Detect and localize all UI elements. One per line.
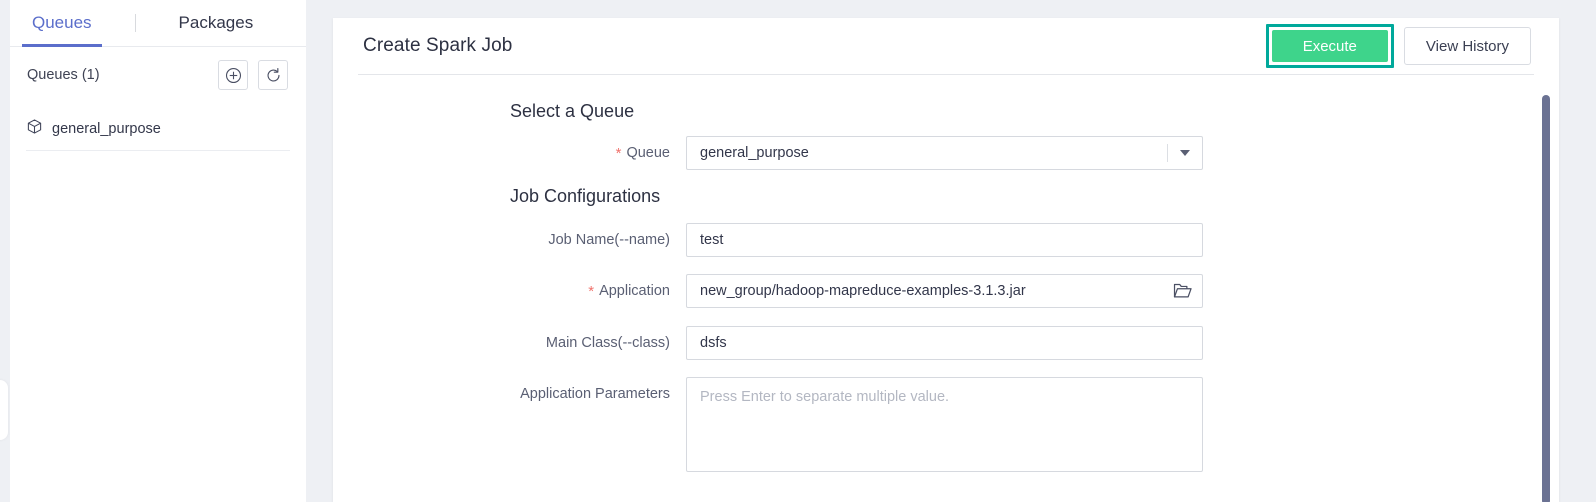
header-actions: Execute View History <box>1265 24 1531 68</box>
form-row-application-parameters: Application Parameters <box>333 377 1559 477</box>
folder-open-icon[interactable] <box>1173 282 1192 300</box>
form-row-main-class: Main Class(--class) <box>333 326 1559 360</box>
required-asterisk-icon: * <box>615 145 622 162</box>
label-application-parameters: Application Parameters <box>520 386 670 402</box>
select-divider <box>1167 144 1168 162</box>
chevron-down-icon[interactable] <box>1180 150 1190 156</box>
queue-list-item[interactable]: general_purpose <box>26 107 290 151</box>
label-queue: * Queue <box>333 136 686 170</box>
tab-packages-label: Packages <box>178 13 254 32</box>
tab-separator <box>134 14 136 32</box>
field-job-name <box>686 223 1203 257</box>
field-application <box>686 274 1203 308</box>
main-class-input[interactable] <box>686 326 1203 360</box>
execute-button[interactable]: Execute <box>1271 30 1388 62</box>
queues-toolbar: Queues (1) <box>10 47 306 103</box>
form-row-queue: * Queue <box>333 136 1559 170</box>
refresh-queues-button[interactable] <box>258 60 288 90</box>
field-main-class <box>686 326 1203 360</box>
label-main-class: Main Class(--class) <box>545 335 670 351</box>
execute-button-highlight: Execute <box>1265 24 1394 68</box>
sidebar-tabs: Queues Packages <box>10 0 306 47</box>
plus-circle-icon <box>225 67 242 84</box>
label-job-name: Job Name(--name) <box>548 232 670 248</box>
label-application-text: Application <box>599 283 670 299</box>
label-application: * Application <box>333 274 686 308</box>
queue-list: general_purpose <box>10 103 306 151</box>
add-queue-button[interactable] <box>218 60 248 90</box>
sidebar: Queues Packages Queues (1) general_purpo… <box>10 0 306 502</box>
cube-icon <box>26 118 43 140</box>
form-row-job-name: Job Name(--name) <box>333 223 1559 257</box>
application-input[interactable] <box>686 274 1203 308</box>
queues-count-label: Queues (1) <box>27 67 100 83</box>
section-title-select-queue: Select a Queue <box>510 101 635 121</box>
app-root: Queues Packages Queues (1) general_purpo… <box>0 0 1596 502</box>
sidebar-collapse-handle[interactable] <box>0 380 8 440</box>
refresh-icon <box>265 67 282 84</box>
field-application-parameters <box>686 377 1203 477</box>
form-scrollbar-thumb[interactable] <box>1542 95 1550 502</box>
view-history-button[interactable]: View History <box>1403 27 1531 65</box>
application-parameters-textarea[interactable] <box>686 377 1203 472</box>
required-asterisk-icon: * <box>588 283 595 300</box>
tab-packages[interactable]: Packages <box>175 0 258 46</box>
form-body: Select a Queue *Queue Job Configurations… <box>333 75 1559 502</box>
form-row-application: * Application <box>333 274 1559 308</box>
field-queue <box>686 136 1203 170</box>
tab-queues[interactable]: Queues <box>22 0 102 47</box>
job-name-input[interactable] <box>686 223 1203 257</box>
section-title-job-configurations: Job Configurations <box>510 186 661 206</box>
page-title: Create Spark Job <box>363 35 513 56</box>
queue-list-item-label: general_purpose <box>52 120 161 137</box>
form-scrollbar-track[interactable] <box>1541 75 1551 502</box>
tab-queues-label: Queues <box>32 13 92 32</box>
label-queue-text: Queue <box>626 145 670 161</box>
queue-select[interactable] <box>686 136 1203 170</box>
panel-header: Create Spark Job Execute View History <box>333 18 1559 74</box>
main-panel: Create Spark Job Execute View History Se… <box>333 18 1559 502</box>
